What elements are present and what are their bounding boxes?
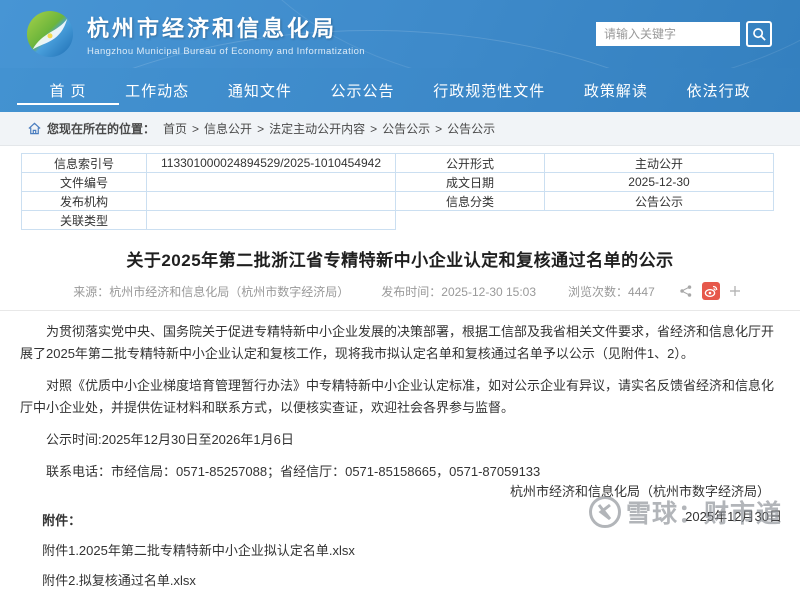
signature-org: 杭州市经济和信息化局（杭州市数字经济局） <box>509 484 770 499</box>
info-empty-cell <box>396 211 545 230</box>
share-icon[interactable] <box>679 284 693 298</box>
article-source: 来源：杭州市经济和信息化局（杭州市数字经济局） <box>73 283 349 300</box>
table-row: 文件编号 成文日期 2025-12-30 <box>21 172 774 192</box>
info-value <box>146 210 396 230</box>
breadcrumb-statutory-content[interactable]: 法定主动公开内容 <box>269 120 365 137</box>
main-nav: 首 页 工作动态 通知文件 公示公告 行政规范性文件 政策解读 依法行政 <box>0 68 800 112</box>
site-title-block: 杭州市经济和信息化局 Hangzhou Municipal Bureau of … <box>87 11 365 57</box>
info-empty-cell <box>545 211 774 230</box>
info-label: 信息分类 <box>395 191 545 211</box>
breadcrumb-separator: > <box>257 121 265 136</box>
attachment-link-2[interactable]: 附件2.拟复核通过名单.xlsx <box>20 570 780 592</box>
table-row: 关联类型 <box>21 210 774 230</box>
info-label: 关联类型 <box>21 210 147 230</box>
share-toolbar <box>679 282 741 300</box>
info-value: 2025-12-30 <box>544 172 774 192</box>
nav-item-announcements[interactable]: 公示公告 <box>321 68 405 112</box>
site-title: 杭州市经济和信息化局 <box>87 16 338 41</box>
info-label: 公开形式 <box>395 153 545 173</box>
nav-item-policy-interpretation[interactable]: 政策解读 <box>574 68 658 112</box>
info-table: 信息索引号 113301000024894529/2025-1010454942… <box>21 153 774 230</box>
info-label: 成文日期 <box>395 172 545 192</box>
paragraph: 对照《优质中小企业梯度培育管理暂行办法》中专精特新中小企业认定标准，如对公示企业… <box>20 378 775 416</box>
table-row: 信息索引号 113301000024894529/2025-1010454942… <box>21 153 774 173</box>
nav-item-law-administration[interactable]: 依法行政 <box>677 68 761 112</box>
breadcrumb-announcement[interactable]: 公告公示 <box>382 120 430 137</box>
info-value <box>146 172 396 192</box>
search-button[interactable] <box>746 21 772 47</box>
breadcrumb-prefix: 您现在所在的位置： <box>47 122 156 136</box>
publish-label: 发布时间： <box>381 284 442 299</box>
info-label: 文件编号 <box>21 172 147 192</box>
article-views: 浏览次数：4447 <box>568 283 655 300</box>
source-value: 杭州市经济和信息化局（杭州市数字经济局） <box>109 284 350 299</box>
article-title: 关于2025年第二批浙江省专精特新中小企业认定和复核通过名单的公示 <box>126 251 674 270</box>
nav-item-regulatory-files[interactable]: 行政规范性文件 <box>423 68 555 112</box>
info-label: 信息索引号 <box>21 153 147 173</box>
source-label: 来源： <box>73 284 110 299</box>
views-label: 浏览次数： <box>568 284 629 299</box>
site-branding: 杭州市经济和信息化局 Hangzhou Municipal Bureau of … <box>26 10 365 58</box>
info-value: 公告公示 <box>544 191 774 211</box>
publish-value: 2025-12-30 15:03 <box>441 284 537 299</box>
breadcrumb-info-disclosure[interactable]: 信息公开 <box>204 120 252 137</box>
info-label: 发布机构 <box>21 191 147 211</box>
search-bar <box>596 21 772 47</box>
publicity-period: 公示时间:2025年12月30日至2026年1月6日 <box>46 432 294 448</box>
paragraph: 为贯彻落实党中央、国务院关于促进专精特新中小企业发展的决策部署，根据工信部及我省… <box>20 324 775 362</box>
article-meta: 来源：杭州市经济和信息化局（杭州市数字经济局） 发布时间：2025-12-30 … <box>20 282 780 300</box>
breadcrumb-announcement-2[interactable]: 公告公示 <box>447 120 495 137</box>
signature-block: 杭州市经济和信息化局（杭州市数字经济局） 2025年12月30日 <box>510 481 782 525</box>
breadcrumb-separator: > <box>435 121 443 136</box>
views-value: 4447 <box>628 284 655 299</box>
search-input[interactable] <box>596 22 740 46</box>
signature-date: 2025年12月30日 <box>685 509 782 524</box>
table-row: 发布机构 信息分类 公告公示 <box>21 191 774 211</box>
nav-item-work-news[interactable]: 工作动态 <box>115 68 199 112</box>
attachment-link-1[interactable]: 附件1.2025年第二批专精特新中小企业拟认定名单.xlsx <box>20 540 780 562</box>
plus-icon[interactable] <box>729 285 741 297</box>
magnifier-icon <box>752 27 766 41</box>
bureau-logo-icon <box>26 10 74 58</box>
home-icon <box>28 122 41 135</box>
breadcrumb-separator: > <box>370 121 378 136</box>
info-value: 主动公开 <box>544 153 774 173</box>
site-header: 杭州市经济和信息化局 Hangzhou Municipal Bureau of … <box>0 0 800 68</box>
nav-item-notice-files[interactable]: 通知文件 <box>218 68 302 112</box>
nav-item-home[interactable]: 首 页 <box>17 68 119 112</box>
breadcrumb: 您现在所在的位置： 首页 > 信息公开 > 法定主动公开内容 > 公告公示 > 公… <box>0 112 800 146</box>
article-publish-time: 发布时间：2025-12-30 15:03 <box>381 283 536 300</box>
info-value: 113301000024894529/2025-1010454942 <box>146 153 396 173</box>
info-value <box>146 191 396 211</box>
article-body: 为贯彻落实党中央、国务院关于促进专精特新中小企业发展的决策部署，根据工信部及我省… <box>20 321 780 592</box>
breadcrumb-separator: > <box>192 121 200 136</box>
divider <box>0 310 800 311</box>
weibo-icon[interactable] <box>701 282 720 300</box>
breadcrumb-home[interactable]: 首页 <box>163 120 187 137</box>
site-subtitle: Hangzhou Municipal Bureau of Economy and… <box>87 46 365 57</box>
